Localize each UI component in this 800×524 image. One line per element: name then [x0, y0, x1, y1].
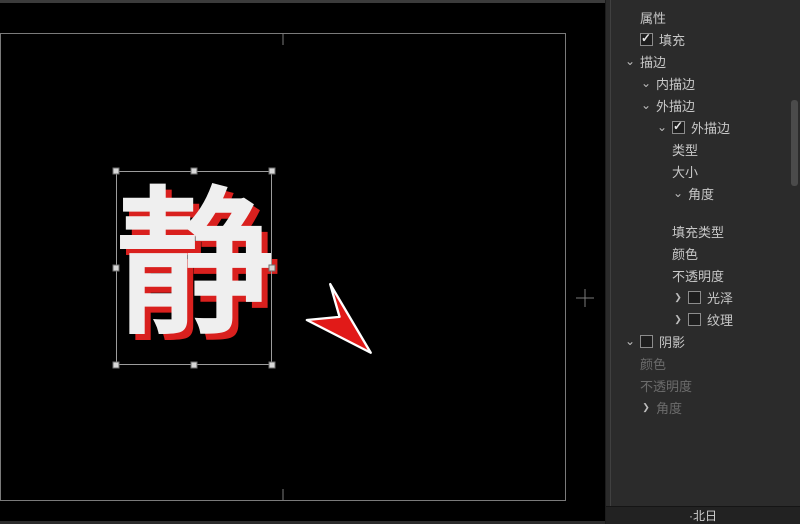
row-inner-stroke[interactable]: 内描边: [606, 72, 800, 94]
resize-handle-mid-right[interactable]: [269, 265, 276, 272]
fill-checkbox[interactable]: [640, 33, 653, 46]
row-shadow-opacity: 不透明度: [606, 374, 800, 396]
row-shadow-angle: 角度: [606, 396, 800, 418]
outer-stroke-item-label: 外描边: [691, 118, 730, 137]
row-gloss[interactable]: 光泽: [606, 286, 800, 308]
row-stroke[interactable]: 描边: [606, 50, 800, 72]
size-label: 大小: [672, 162, 698, 181]
resize-handle-bottom-left[interactable]: [113, 362, 120, 369]
shadow-opacity-label: 不透明度: [640, 376, 692, 395]
shadow-color-label: 颜色: [640, 354, 666, 373]
panel-footer: ·北日: [606, 506, 800, 524]
color-label: 颜色: [672, 244, 698, 263]
resize-handle-top-left[interactable]: [113, 168, 120, 175]
row-shadow-color: 颜色: [606, 352, 800, 374]
gloss-label: 光泽: [707, 288, 733, 307]
properties-panel: 属性 填充 描边 内描边 外描边 外描边 类型 大小: [605, 0, 800, 524]
chevron-down-icon[interactable]: [624, 335, 636, 347]
shadow-angle-label: 角度: [656, 398, 682, 417]
fill-label: 填充: [659, 30, 685, 49]
anchor-crosshair: [576, 289, 594, 307]
type-label: 类型: [672, 140, 698, 159]
shadow-label: 阴影: [659, 332, 685, 351]
row-type[interactable]: 类型: [606, 138, 800, 160]
selected-text-object[interactable]: 静 静: [116, 171, 272, 365]
panel-footer-label: ·北日: [689, 507, 717, 524]
chevron-right-icon: [640, 401, 652, 413]
row-color[interactable]: 颜色: [606, 242, 800, 264]
row-opacity[interactable]: 不透明度: [606, 264, 800, 286]
resize-handle-top-mid[interactable]: [191, 168, 198, 175]
app-root: 静 静 属性 填充 描边: [0, 0, 800, 524]
chevron-down-icon[interactable]: [640, 77, 652, 89]
safe-frame: [0, 33, 566, 501]
outer-stroke-checkbox[interactable]: [672, 121, 685, 134]
outer-stroke-group-label: 外描边: [656, 96, 695, 115]
row-angle[interactable]: 角度: [606, 182, 800, 204]
chevron-down-icon[interactable]: [640, 99, 652, 111]
gloss-checkbox[interactable]: [688, 291, 701, 304]
shadow-checkbox[interactable]: [640, 335, 653, 348]
selection-bounding-box: [116, 171, 272, 365]
safe-frame-tick-bottom: [283, 489, 284, 501]
canvas-viewport[interactable]: 静 静: [0, 0, 605, 524]
row-texture[interactable]: 纹理: [606, 308, 800, 330]
row-outer-stroke-item[interactable]: 外描边: [606, 116, 800, 138]
row-shadow[interactable]: 阴影: [606, 330, 800, 352]
row-fill[interactable]: 填充: [606, 28, 800, 50]
opacity-label: 不透明度: [672, 266, 724, 285]
row-spacer: [606, 204, 800, 220]
chevron-right-icon[interactable]: [672, 313, 684, 325]
inner-stroke-label: 内描边: [656, 74, 695, 93]
angle-label: 角度: [688, 184, 714, 203]
row-outer-stroke-group[interactable]: 外描边: [606, 94, 800, 116]
resize-handle-bottom-right[interactable]: [269, 362, 276, 369]
properties-label: 属性: [640, 8, 666, 27]
texture-label: 纹理: [707, 310, 733, 329]
row-size[interactable]: 大小: [606, 160, 800, 182]
panel-scrollbar-thumb[interactable]: [791, 100, 798, 186]
resize-handle-mid-left[interactable]: [113, 265, 120, 272]
chevron-down-icon[interactable]: [672, 187, 684, 199]
chevron-right-icon[interactable]: [672, 291, 684, 303]
stroke-label: 描边: [640, 52, 666, 71]
resize-handle-top-right[interactable]: [269, 168, 276, 175]
row-fill-type[interactable]: 填充类型: [606, 220, 800, 242]
resize-handle-bottom-mid[interactable]: [191, 362, 198, 369]
chevron-down-icon[interactable]: [656, 121, 668, 133]
texture-checkbox[interactable]: [688, 313, 701, 326]
row-properties[interactable]: 属性: [606, 6, 800, 28]
safe-frame-tick-top: [283, 33, 284, 45]
chevron-down-icon[interactable]: [624, 55, 636, 67]
fill-type-label: 填充类型: [672, 222, 724, 241]
